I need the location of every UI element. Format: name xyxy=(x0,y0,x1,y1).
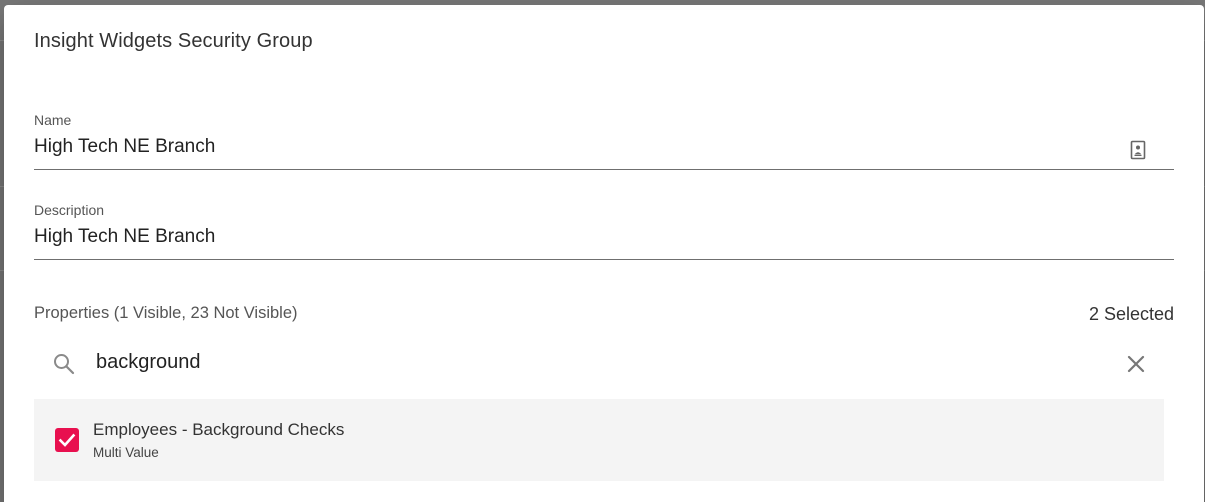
selected-count: 2 Selected xyxy=(1088,304,1174,324)
name-underline xyxy=(34,169,1174,170)
dialog-title: Insight Widgets Security Group xyxy=(34,30,313,52)
contact-card-icon[interactable] xyxy=(1130,140,1148,160)
item-title: Employees - Background Checks xyxy=(93,420,345,439)
security-group-dialog: Insight Widgets Security Group Name Desc… xyxy=(4,5,1204,502)
list-item[interactable]: Employees - Background Checks Multi Valu… xyxy=(34,399,1164,481)
name-label: Name xyxy=(34,112,72,128)
search-icon xyxy=(54,354,75,375)
description-input[interactable] xyxy=(34,226,1114,248)
description-underline xyxy=(34,259,1174,260)
close-icon[interactable] xyxy=(1124,352,1148,376)
properties-header: Properties (1 Visible, 23 Not Visible) 2… xyxy=(34,304,1174,326)
item-subtitle: Multi Value xyxy=(93,445,159,460)
properties-title: Properties (1 Visible, 23 Not Visible) xyxy=(34,304,298,322)
name-input[interactable] xyxy=(34,136,1114,158)
item-checkbox[interactable] xyxy=(55,428,79,452)
search-input[interactable] xyxy=(96,351,996,374)
checkmark-icon xyxy=(58,433,76,447)
properties-search xyxy=(34,342,1164,386)
description-label: Description xyxy=(34,202,105,218)
